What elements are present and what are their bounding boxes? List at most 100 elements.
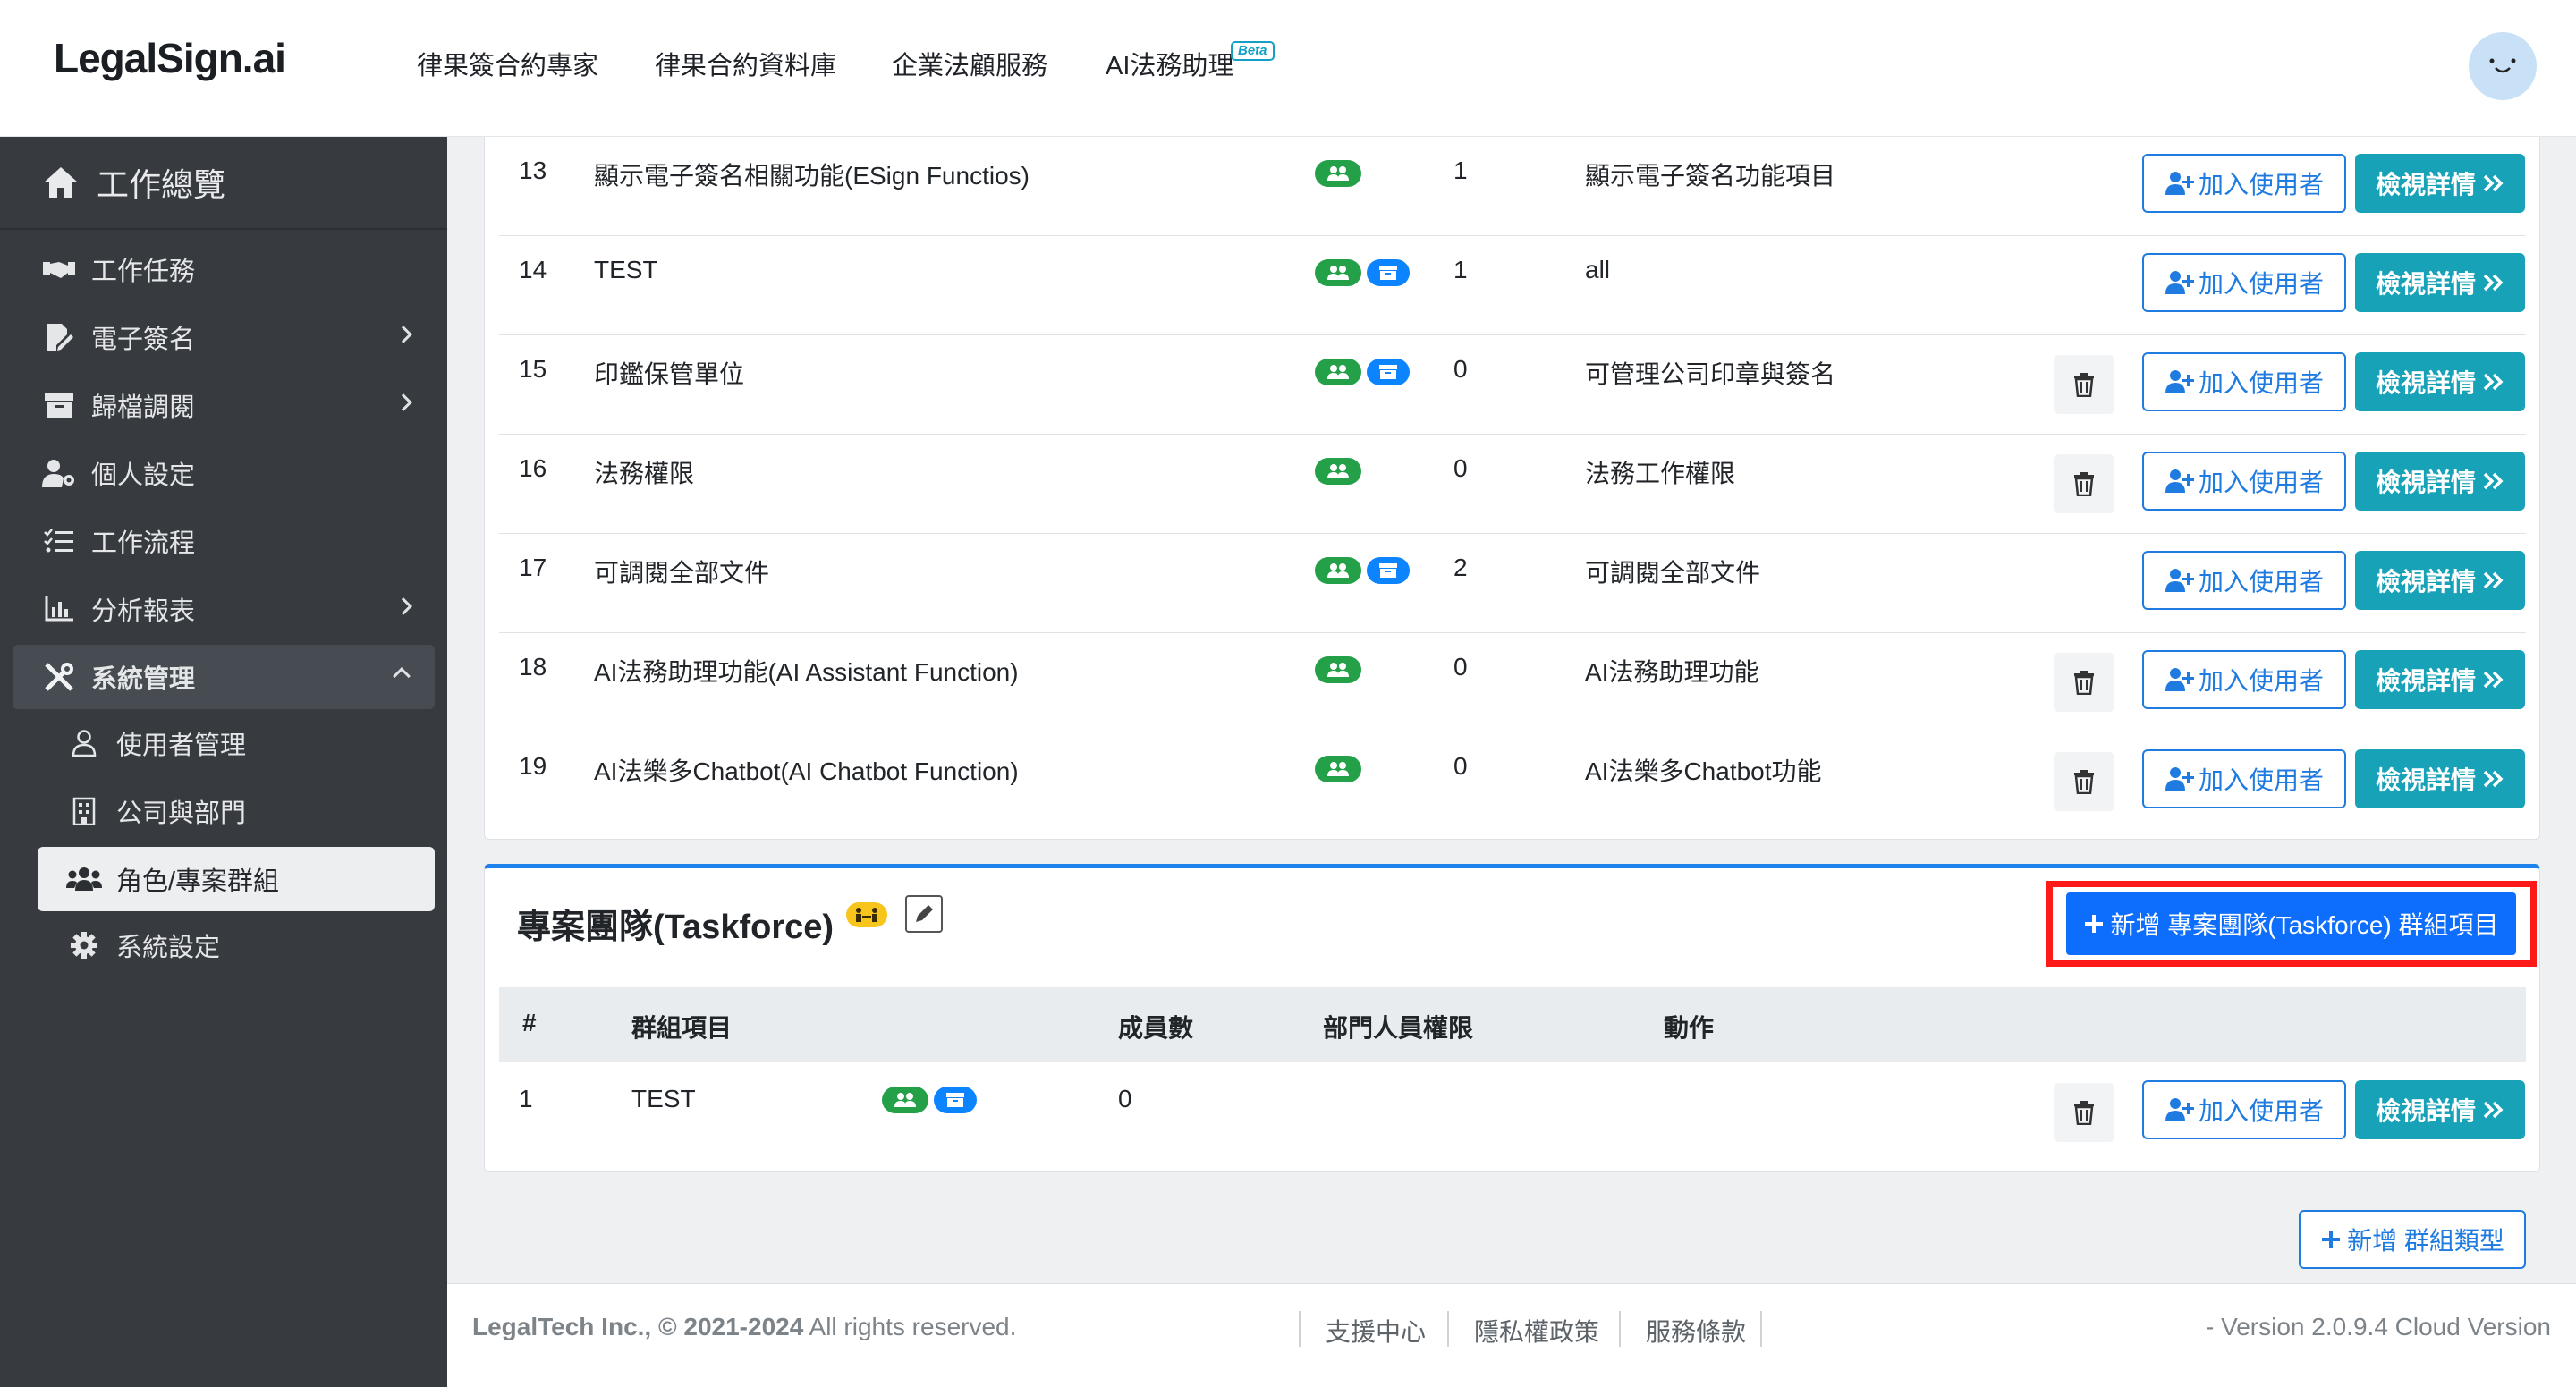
add-user-button[interactable]: 加入使用者 bbox=[2142, 1080, 2346, 1139]
sidebar-item-profile[interactable]: 個人設定 bbox=[0, 444, 447, 502]
table-row: 16 法務權限 0 法務工作權限 加入使用者 檢視詳情 bbox=[499, 435, 2526, 534]
role-groups-card: 13 顯示電子簽名相關功能(ESign Functios) 1 顯示電子簽名功能項目加… bbox=[484, 137, 2540, 840]
smile-icon bbox=[2489, 58, 2516, 73]
add-user-button[interactable]: 加入使用者 bbox=[2142, 452, 2346, 511]
view-details-button[interactable]: 檢視詳情 bbox=[2355, 154, 2525, 213]
sidebar-subitem-company[interactable]: 公司與部門 bbox=[0, 782, 447, 840]
add-user-button[interactable]: 加入使用者 bbox=[2142, 749, 2346, 808]
add-user-button[interactable]: 加入使用者 bbox=[2142, 253, 2346, 312]
trash-icon[interactable] bbox=[2054, 454, 2114, 513]
sidebar-item-system-admin[interactable]: 系統管理 bbox=[13, 645, 435, 709]
people-arrows-icon bbox=[846, 902, 887, 927]
sidebar-subitem-label: 公司與部門 bbox=[116, 799, 247, 828]
trash-icon[interactable] bbox=[2054, 355, 2114, 414]
view-details-button[interactable]: 檢視詳情 bbox=[2355, 352, 2525, 411]
add-user-button[interactable]: 加入使用者 bbox=[2142, 650, 2346, 709]
plus-icon bbox=[2085, 915, 2104, 933]
add-user-label: 加入使用者 bbox=[2198, 1097, 2324, 1125]
row-group-name: 印鑑保管單位 bbox=[594, 360, 745, 388]
nav-link-contract-expert[interactable]: 律果簽合約專家 bbox=[417, 45, 598, 82]
double-chevron-right-icon bbox=[2483, 373, 2504, 391]
double-chevron-right-icon bbox=[2483, 274, 2504, 292]
users-badge-icon bbox=[1315, 756, 1361, 782]
users-badge-icon bbox=[1315, 259, 1361, 286]
add-user-button[interactable]: 加入使用者 bbox=[2142, 551, 2346, 610]
add-user-button[interactable]: 加入使用者 bbox=[2142, 154, 2346, 213]
footer-link-terms[interactable]: 服務條款 bbox=[1646, 1313, 1746, 1349]
row-number: 1 bbox=[519, 1085, 533, 1112]
view-details-button[interactable]: 檢視詳情 bbox=[2355, 1080, 2525, 1139]
trash-icon[interactable] bbox=[2054, 1083, 2114, 1142]
users-badge-icon bbox=[1315, 359, 1361, 385]
row-description: 顯示電子簽名功能項目 bbox=[1585, 162, 1836, 190]
nav-link-contract-database[interactable]: 律果合約資料庫 bbox=[655, 45, 836, 82]
user-plus-icon bbox=[2165, 767, 2194, 791]
row-description: all bbox=[1585, 256, 1611, 283]
trash-icon[interactable] bbox=[2054, 653, 2114, 712]
sidebar-subitem-label: 角色/專案群組 bbox=[116, 867, 280, 896]
view-details-button[interactable]: 檢視詳情 bbox=[2355, 452, 2525, 511]
sidebar-home[interactable]: 工作總覽 bbox=[0, 137, 447, 230]
row-group-name: 可調閱全部文件 bbox=[594, 559, 770, 587]
row-description: 可調閱全部文件 bbox=[1585, 559, 1761, 587]
sidebar-item-label: 系統管理 bbox=[91, 665, 196, 694]
sidebar-item-tasks[interactable]: 工作任務 bbox=[0, 241, 447, 298]
table-row: 15 印鑑保管單位 0 可管理公司印章與簽名 加入使用者 檢視詳情 bbox=[499, 335, 2526, 435]
sidebar-subitem-roles[interactable]: 角色/專案群組 bbox=[38, 847, 435, 911]
sidebar: 工作總覽 工作任務 電子簽名 歸檔調閱 個人設定 工作流程 分析報表 系統管理 … bbox=[0, 137, 447, 1387]
trash-icon[interactable] bbox=[2054, 752, 2114, 811]
avatar[interactable] bbox=[2469, 32, 2537, 100]
tools-icon bbox=[41, 661, 77, 693]
add-group-type-button[interactable]: 新增 群組類型 bbox=[2299, 1210, 2526, 1269]
edit-icon[interactable] bbox=[905, 895, 943, 933]
footer-link-privacy[interactable]: 隱私權政策 bbox=[1474, 1313, 1599, 1349]
double-chevron-right-icon bbox=[2483, 174, 2504, 192]
archive-badge-icon bbox=[934, 1087, 977, 1113]
double-chevron-right-icon bbox=[2483, 472, 2504, 490]
sidebar-item-reports[interactable]: 分析報表 bbox=[0, 580, 447, 638]
view-details-label: 檢視詳情 bbox=[2375, 171, 2476, 199]
sidebar-subitem-users[interactable]: 使用者管理 bbox=[0, 715, 447, 772]
chevron-right-icon bbox=[394, 326, 412, 343]
view-details-label: 檢視詳情 bbox=[2375, 369, 2476, 397]
row-number: 18 bbox=[519, 653, 547, 681]
sidebar-item-workflow[interactable]: 工作流程 bbox=[0, 512, 447, 570]
home-icon bbox=[44, 167, 78, 198]
user-plus-icon bbox=[2165, 569, 2194, 592]
row-group-name: AI法樂多Chatbot(AI Chatbot Function) bbox=[594, 757, 1019, 785]
view-details-label: 檢視詳情 bbox=[2375, 270, 2476, 298]
list-check-icon bbox=[41, 525, 77, 557]
row-description: AI法務助理功能 bbox=[1585, 658, 1759, 686]
double-chevron-right-icon bbox=[2483, 671, 2504, 689]
row-number: 16 bbox=[519, 454, 547, 482]
row-member-count: 2 bbox=[1453, 554, 1468, 581]
row-group-name: 法務權限 bbox=[594, 460, 695, 487]
archive-badge-icon bbox=[1367, 359, 1410, 385]
footer-link-support[interactable]: 支援中心 bbox=[1326, 1313, 1426, 1349]
double-chevron-right-icon bbox=[2483, 1101, 2504, 1119]
row-group-name: TEST bbox=[631, 1085, 696, 1112]
view-details-button[interactable]: 檢視詳情 bbox=[2355, 551, 2525, 610]
nav-link-ai-assistant[interactable]: AI法務助理 bbox=[1106, 45, 1233, 82]
footer-years: © 2021-2024 bbox=[657, 1313, 804, 1340]
brand-logo[interactable]: LegalSign.ai bbox=[54, 34, 286, 82]
handshake-icon bbox=[41, 253, 77, 285]
add-user-button[interactable]: 加入使用者 bbox=[2142, 352, 2346, 411]
add-user-label: 加入使用者 bbox=[2198, 369, 2324, 397]
view-details-button[interactable]: 檢視詳情 bbox=[2355, 650, 2525, 709]
top-navbar: LegalSign.ai 律果簽合約專家 律果合約資料庫 企業法顧服務 AI法務… bbox=[0, 0, 2576, 137]
sidebar-item-esign[interactable]: 電子簽名 bbox=[0, 309, 447, 366]
sidebar-item-label: 工作流程 bbox=[91, 529, 196, 558]
user-plus-icon bbox=[2165, 1098, 2194, 1121]
view-details-button[interactable]: 檢視詳情 bbox=[2355, 253, 2525, 312]
new-taskforce-button[interactable]: 新增 專案團隊(Taskforce) 群組項目 bbox=[2066, 892, 2516, 955]
col-header-members: 成員數 bbox=[1118, 1014, 1194, 1042]
sidebar-subitem-settings[interactable]: 系統設定 bbox=[0, 917, 447, 974]
sidebar-item-label: 歸檔調閱 bbox=[91, 393, 196, 422]
chevron-right-icon bbox=[394, 597, 412, 615]
view-details-button[interactable]: 檢視詳情 bbox=[2355, 749, 2525, 808]
nav-link-legal-advisor[interactable]: 企業法顧服務 bbox=[892, 45, 1047, 82]
beta-badge: Beta bbox=[1231, 41, 1275, 61]
building-icon bbox=[66, 795, 102, 827]
sidebar-item-archive[interactable]: 歸檔調閱 bbox=[0, 376, 447, 434]
